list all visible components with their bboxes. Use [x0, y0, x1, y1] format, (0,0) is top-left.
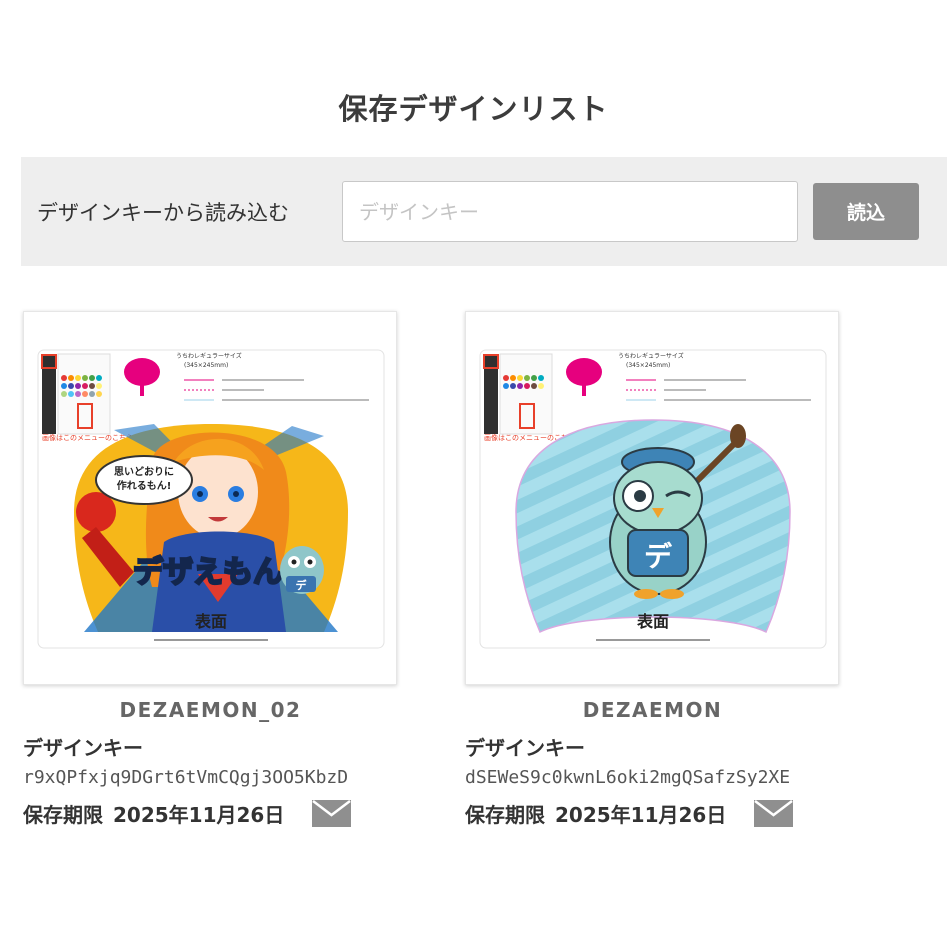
svg-text:デ: デ — [296, 578, 308, 592]
svg-text:作れるもん!: 作れるもん! — [117, 479, 172, 492]
svg-text:(345×245mm): (345×245mm) — [626, 362, 670, 369]
loader-label: デザインキーから読み込む — [37, 201, 289, 225]
svg-text:(345×245mm): (345×245mm) — [184, 362, 228, 369]
design-card: うちわレギュラーサイズ (345×245mm) 画像はこのメニューのこちらから — [465, 311, 840, 828]
svg-text:うちわレギュラーサイズ: うちわレギュラーサイズ — [618, 352, 684, 360]
design-key-value: r9xQPfxjq9DGrt6tVmCQgj3OO5KbzD — [23, 767, 349, 788]
svg-text:表面: 表面 — [194, 612, 227, 631]
design-key-input[interactable] — [342, 181, 798, 242]
design-name: DEZAEMON — [582, 698, 723, 722]
svg-text:思いどおりに: 思いどおりに — [114, 465, 174, 478]
mail-icon[interactable] — [312, 800, 352, 827]
expiry-date: 2025年11月26日 — [555, 803, 727, 827]
design-thumbnail[interactable]: うちわレギュラーサイズ (345×245mm) 画像はこのメニューのこちらから — [465, 311, 839, 685]
uchiwa-preview-image: うちわレギュラーサイズ (345×245mm) 画像はこのメニューのこちらから — [37, 349, 385, 649]
svg-text:うちわレギュラーサイズ: うちわレギュラーサイズ — [176, 352, 242, 360]
expiry-row: 保存期限 2025年11月26日 — [23, 799, 398, 828]
design-key-label: デザインキー — [465, 736, 585, 760]
svg-text:表面: 表面 — [636, 612, 669, 631]
svg-text:デザえもん: デザえもん — [133, 555, 283, 590]
svg-text:デ: デ — [644, 540, 673, 573]
design-card: うちわレギュラーサイズ (345×245mm) 画像はこのメニューのこちらから — [23, 311, 398, 828]
load-button[interactable]: 読込 — [813, 183, 919, 240]
design-key-value: dSEWeS9c0kwnL6oki2mgQSafzSy2XE — [465, 767, 791, 788]
uchiwa-preview-image: うちわレギュラーサイズ (345×245mm) 画像はこのメニューのこちらから — [479, 349, 827, 649]
expiry-label: 保存期限 — [23, 803, 103, 827]
expiry-label: 保存期限 — [465, 803, 545, 827]
design-key-label: デザインキー — [23, 736, 143, 760]
expiry-date: 2025年11月26日 — [113, 803, 285, 827]
design-key-loader: デザインキーから読み込む 読込 — [21, 157, 947, 266]
expiry-row: 保存期限 2025年11月26日 — [465, 799, 840, 828]
design-name: DEZAEMON_02 — [119, 698, 302, 722]
page-title: 保存デザインリスト — [338, 92, 609, 126]
mail-icon[interactable] — [754, 800, 794, 827]
design-thumbnail[interactable]: うちわレギュラーサイズ (345×245mm) 画像はこのメニューのこちらから — [23, 311, 397, 685]
